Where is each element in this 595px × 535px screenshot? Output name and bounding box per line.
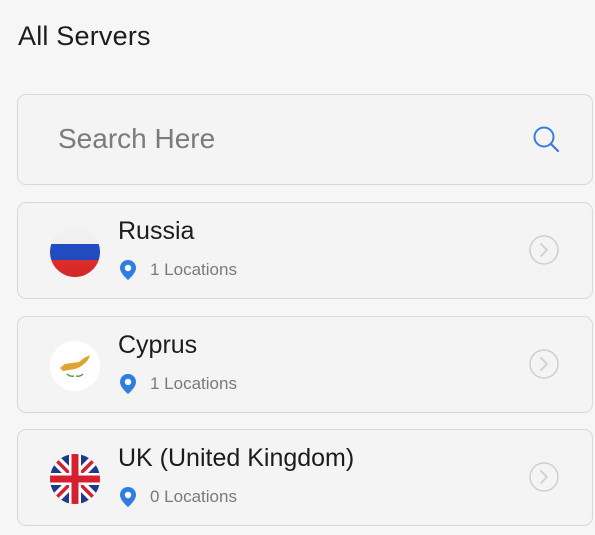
location-info: 1 Locations bbox=[119, 259, 237, 281]
page-title: All Servers bbox=[18, 21, 151, 51]
location-count: 0 Locations bbox=[150, 487, 237, 506]
search-input[interactable] bbox=[58, 113, 498, 165]
server-name: Cyprus bbox=[118, 331, 198, 359]
cyprus-flag-icon bbox=[50, 341, 100, 391]
chevron-right-icon[interactable] bbox=[528, 348, 560, 380]
location-pin-icon bbox=[120, 374, 136, 394]
location-info: 0 Locations bbox=[119, 486, 237, 508]
location-count: 1 Locations bbox=[150, 260, 237, 279]
chevron-right-icon[interactable] bbox=[528, 234, 560, 266]
server-item-russia[interactable]: Russia 1 Locations bbox=[17, 202, 593, 299]
server-name: Russia bbox=[118, 217, 195, 245]
search-box[interactable] bbox=[17, 94, 593, 185]
location-pin-icon bbox=[120, 487, 136, 507]
location-info: 1 Locations bbox=[119, 373, 237, 395]
uk-flag-icon bbox=[50, 454, 100, 504]
chevron-right-icon[interactable] bbox=[528, 461, 560, 493]
location-pin-icon bbox=[120, 260, 136, 280]
search-icon[interactable] bbox=[530, 123, 564, 157]
server-name: UK (United Kingdom) bbox=[118, 444, 355, 472]
server-item-uk[interactable]: UK (United Kingdom) 0 Locations bbox=[17, 429, 593, 526]
russia-flag-icon bbox=[50, 227, 100, 277]
server-item-cyprus[interactable]: Cyprus 1 Locations bbox=[17, 316, 593, 413]
location-count: 1 Locations bbox=[150, 374, 237, 393]
